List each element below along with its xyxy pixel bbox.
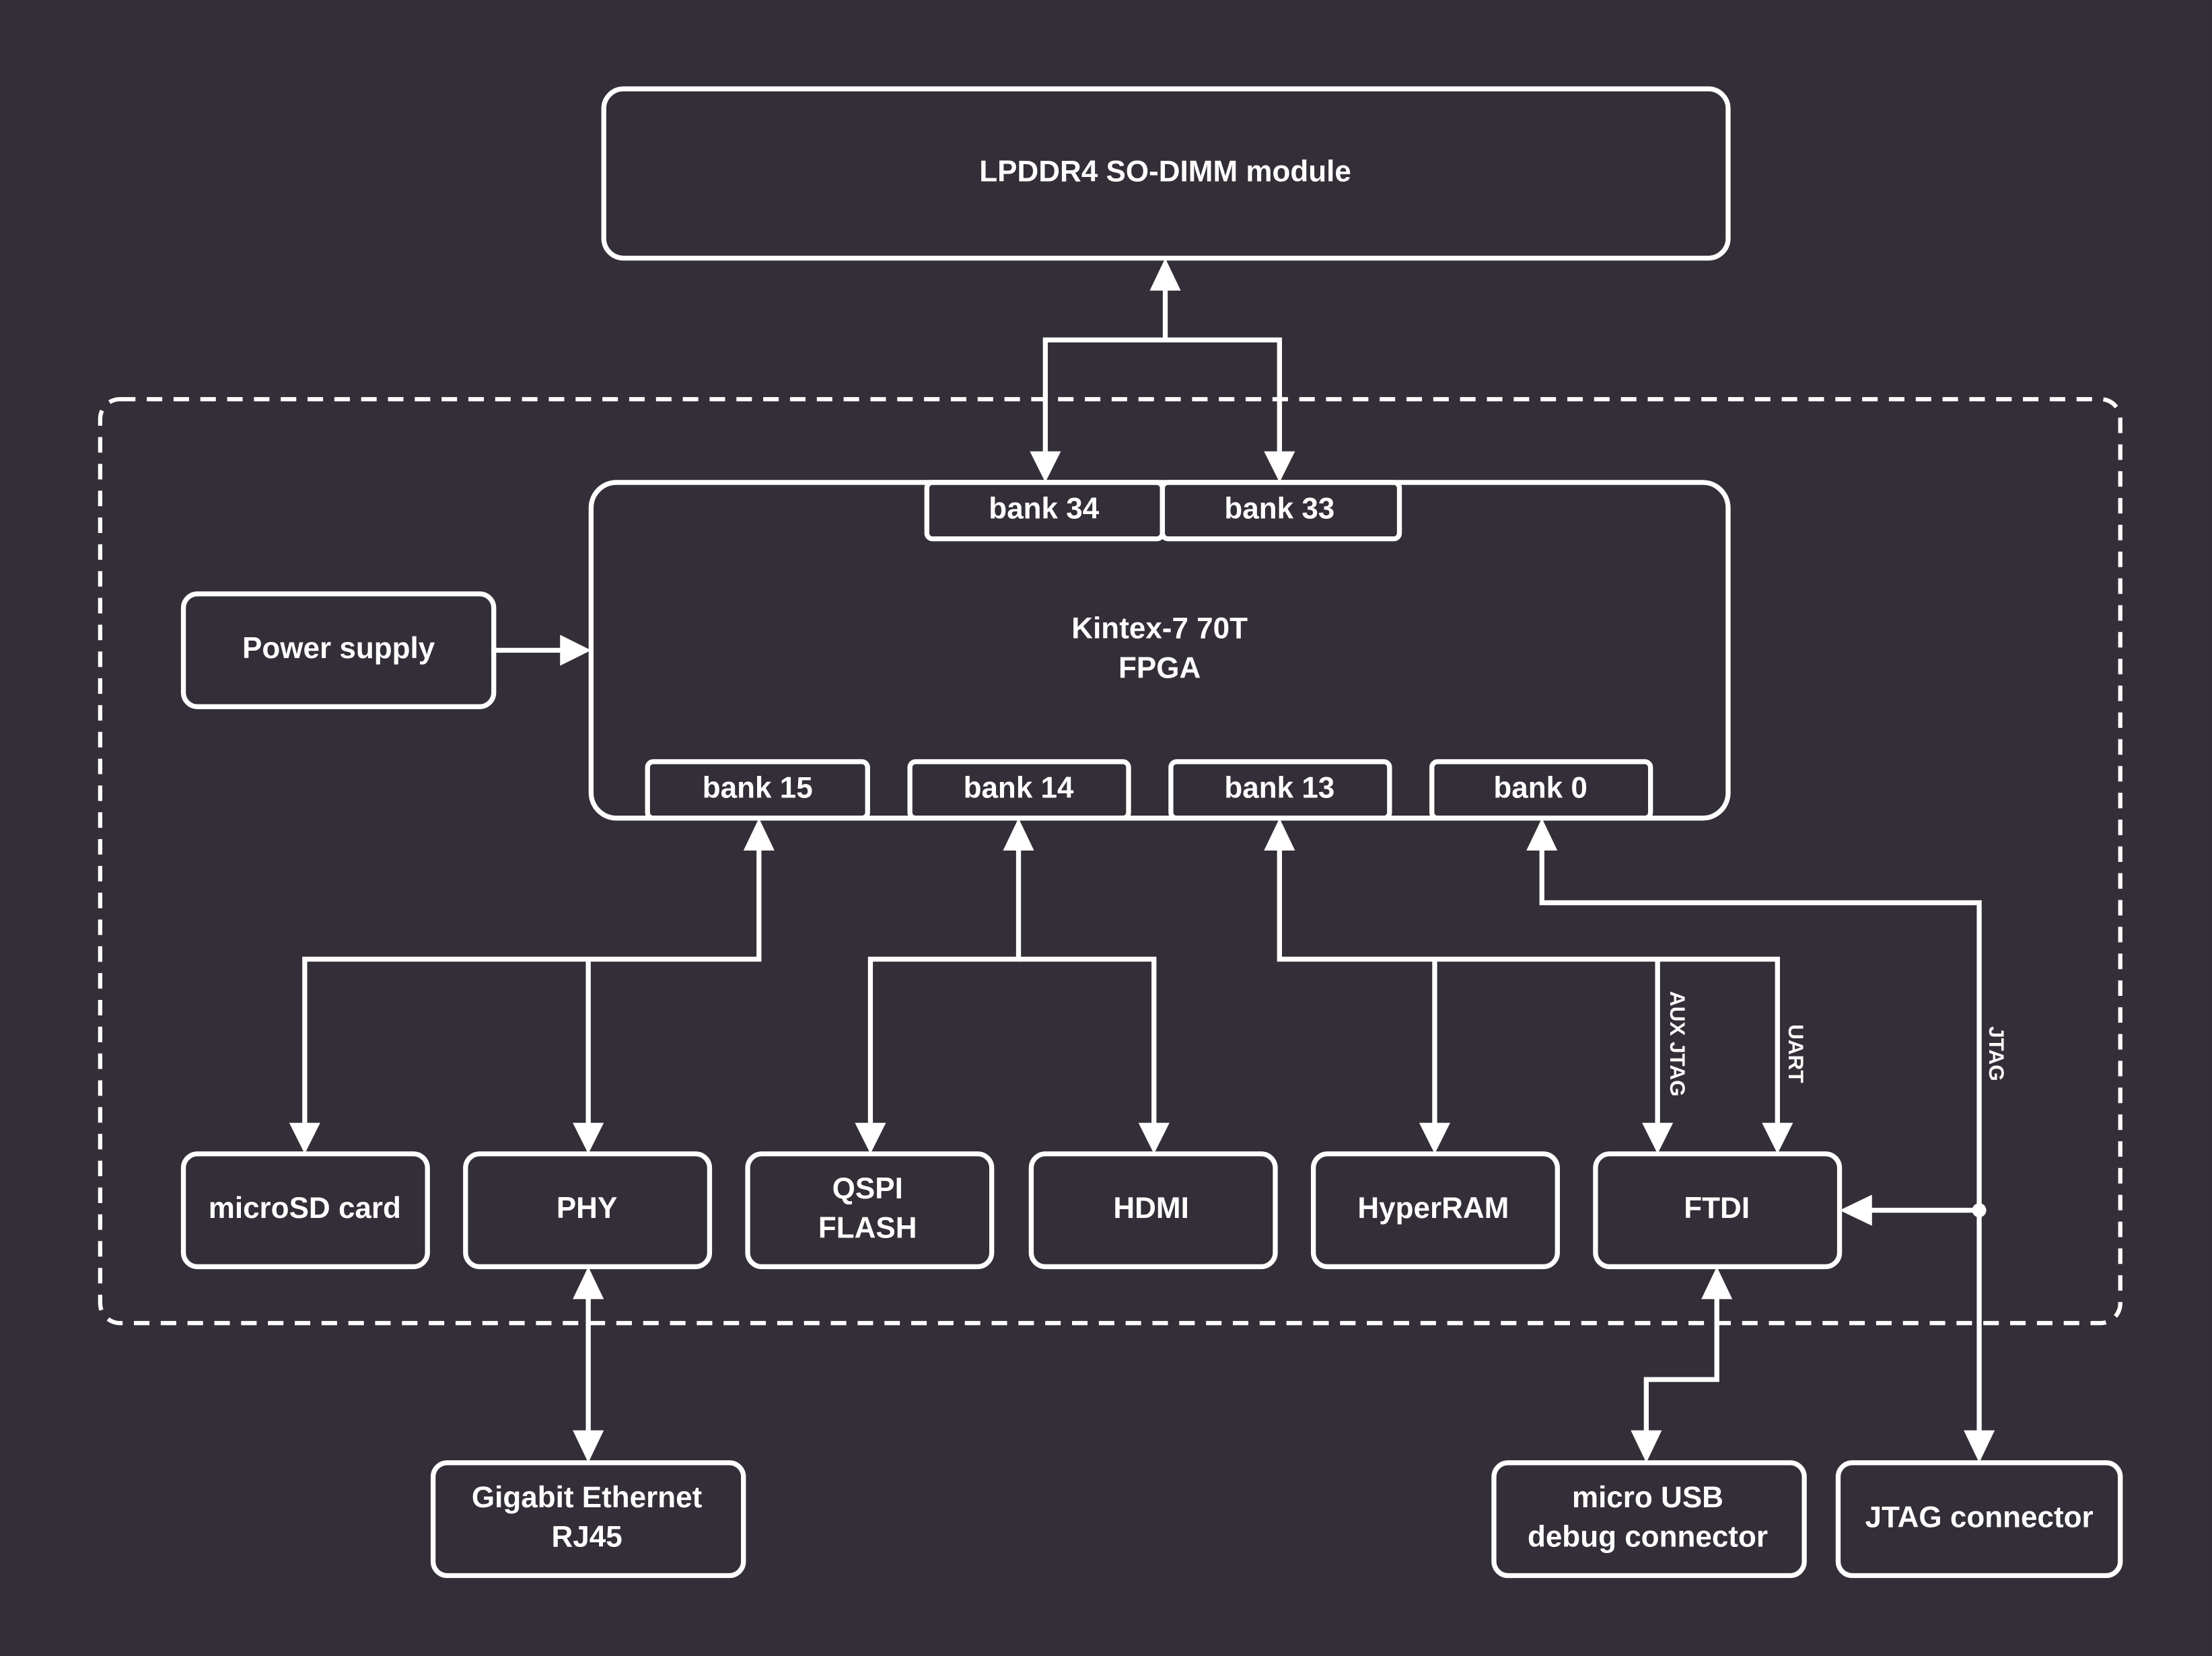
svg-text:bank 0: bank 0 (1493, 772, 1587, 805)
svg-text:Power supply: Power supply (242, 632, 435, 665)
fpga-label-line1: Kintex-7 70T (1071, 612, 1248, 645)
fpga-label-line2: FPGA (1118, 651, 1201, 684)
svg-text:RJ45: RJ45 (551, 1521, 622, 1554)
svg-text:Gigabit Ethernet: Gigabit Ethernet (472, 1481, 703, 1514)
svg-text:bank 15: bank 15 (703, 772, 813, 805)
svg-text:bank 33: bank 33 (1224, 492, 1334, 525)
svg-text:QSPI: QSPI (832, 1172, 903, 1205)
lpddr4-label: LPDDR4 SO-DIMM module (979, 155, 1351, 188)
block-diagram: LPDDR4 SO-DIMM module Kintex-7 70T FPGA … (0, 0, 2212, 1656)
aux-jtag-label: AUX JTAG (1666, 991, 1689, 1097)
uart-label: UART (1784, 1024, 1808, 1083)
svg-text:bank 13: bank 13 (1224, 772, 1334, 805)
svg-text:bank 34: bank 34 (989, 492, 1099, 525)
svg-text:FTDI: FTDI (1684, 1192, 1750, 1225)
svg-text:PHY: PHY (557, 1192, 618, 1225)
svg-text:bank 14: bank 14 (964, 772, 1074, 805)
svg-text:JTAG connector: JTAG connector (1865, 1501, 2094, 1534)
svg-text:FLASH: FLASH (818, 1212, 917, 1245)
svg-text:HyperRAM: HyperRAM (1357, 1192, 1509, 1225)
background (0, 0, 2212, 1656)
svg-text:debug connector: debug connector (1528, 1521, 1768, 1554)
svg-text:microSD card: microSD card (209, 1192, 401, 1225)
jtag-label: JTAG (1985, 1026, 2008, 1081)
svg-text:micro USB: micro USB (1572, 1481, 1723, 1514)
svg-text:HDMI: HDMI (1113, 1192, 1188, 1225)
